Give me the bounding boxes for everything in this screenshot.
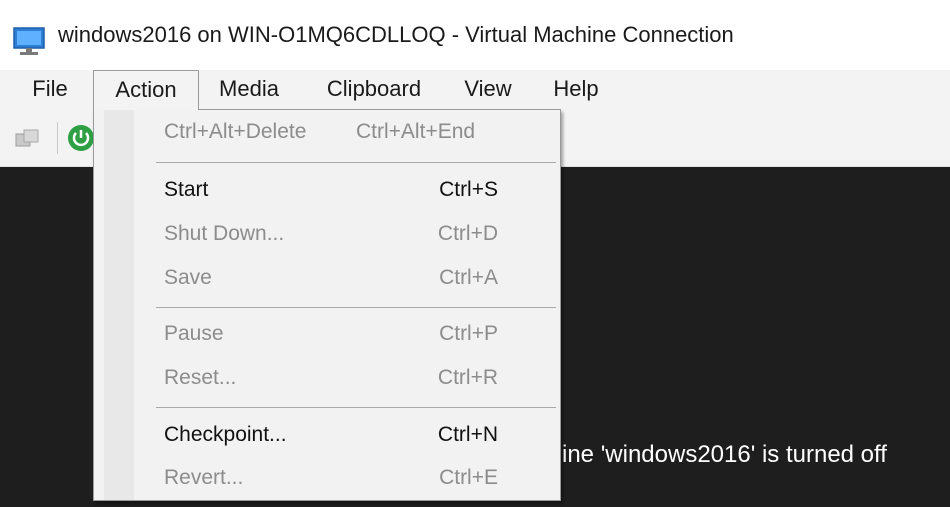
menu-item-shortcut: Ctrl+D — [437, 222, 498, 245]
menu-item-shortcut: Ctrl+P — [439, 322, 498, 345]
menu-separator — [156, 307, 556, 308]
ctrl-alt-del-icon[interactable] — [14, 126, 40, 150]
menu-item-label: Start — [164, 178, 209, 201]
menu-bar: File Action Media Clipboard View Help — [0, 70, 950, 110]
menu-item-label: Shut Down... — [164, 222, 285, 245]
menu-help[interactable]: Help — [540, 70, 612, 110]
menu-action[interactable]: Action — [93, 70, 199, 110]
menu-separator — [156, 407, 556, 408]
monitor-icon — [13, 27, 45, 55]
menu-view[interactable]: View — [452, 70, 524, 110]
menu-item-label: Checkpoint... — [164, 423, 287, 446]
menu-item-label: Ctrl+Alt+Delete — [164, 120, 307, 143]
menu-item-shortcut: Ctrl+E — [439, 466, 498, 489]
menu-item-label: Reset... — [164, 366, 237, 389]
menu-item-shortcut: Ctrl+R — [437, 366, 498, 389]
menu-item-label: Revert... — [164, 466, 244, 489]
menu-item-shortcut: Ctrl+Alt+End — [356, 120, 476, 143]
menu-file[interactable]: File — [22, 70, 78, 110]
toolbar-separator — [57, 122, 58, 154]
menu-icon-gutter — [104, 110, 134, 500]
start-power-icon[interactable] — [66, 123, 96, 153]
menu-item-label: Save — [164, 266, 212, 289]
title-bar: windows2016 on WIN-O1MQ6CDLLOQ - Virtual… — [0, 0, 950, 70]
menu-separator — [156, 162, 556, 163]
window-title: windows2016 on WIN-O1MQ6CDLLOQ - Virtual… — [58, 22, 734, 47]
action-menu-dropdown: Ctrl+Alt+Delete Ctrl+Alt+End Start Ctrl+… — [93, 109, 561, 501]
menu-item-shortcut: Ctrl+A — [439, 266, 498, 289]
menu-item-shortcut: Ctrl+N — [437, 423, 498, 446]
menu-media[interactable]: Media — [205, 70, 293, 110]
vm-status-text: ine 'windows2016' is turned off — [562, 441, 887, 468]
menu-item-shortcut: Ctrl+S — [439, 178, 498, 201]
menu-clipboard[interactable]: Clipboard — [310, 70, 438, 110]
menu-item-label: Pause — [164, 322, 224, 345]
